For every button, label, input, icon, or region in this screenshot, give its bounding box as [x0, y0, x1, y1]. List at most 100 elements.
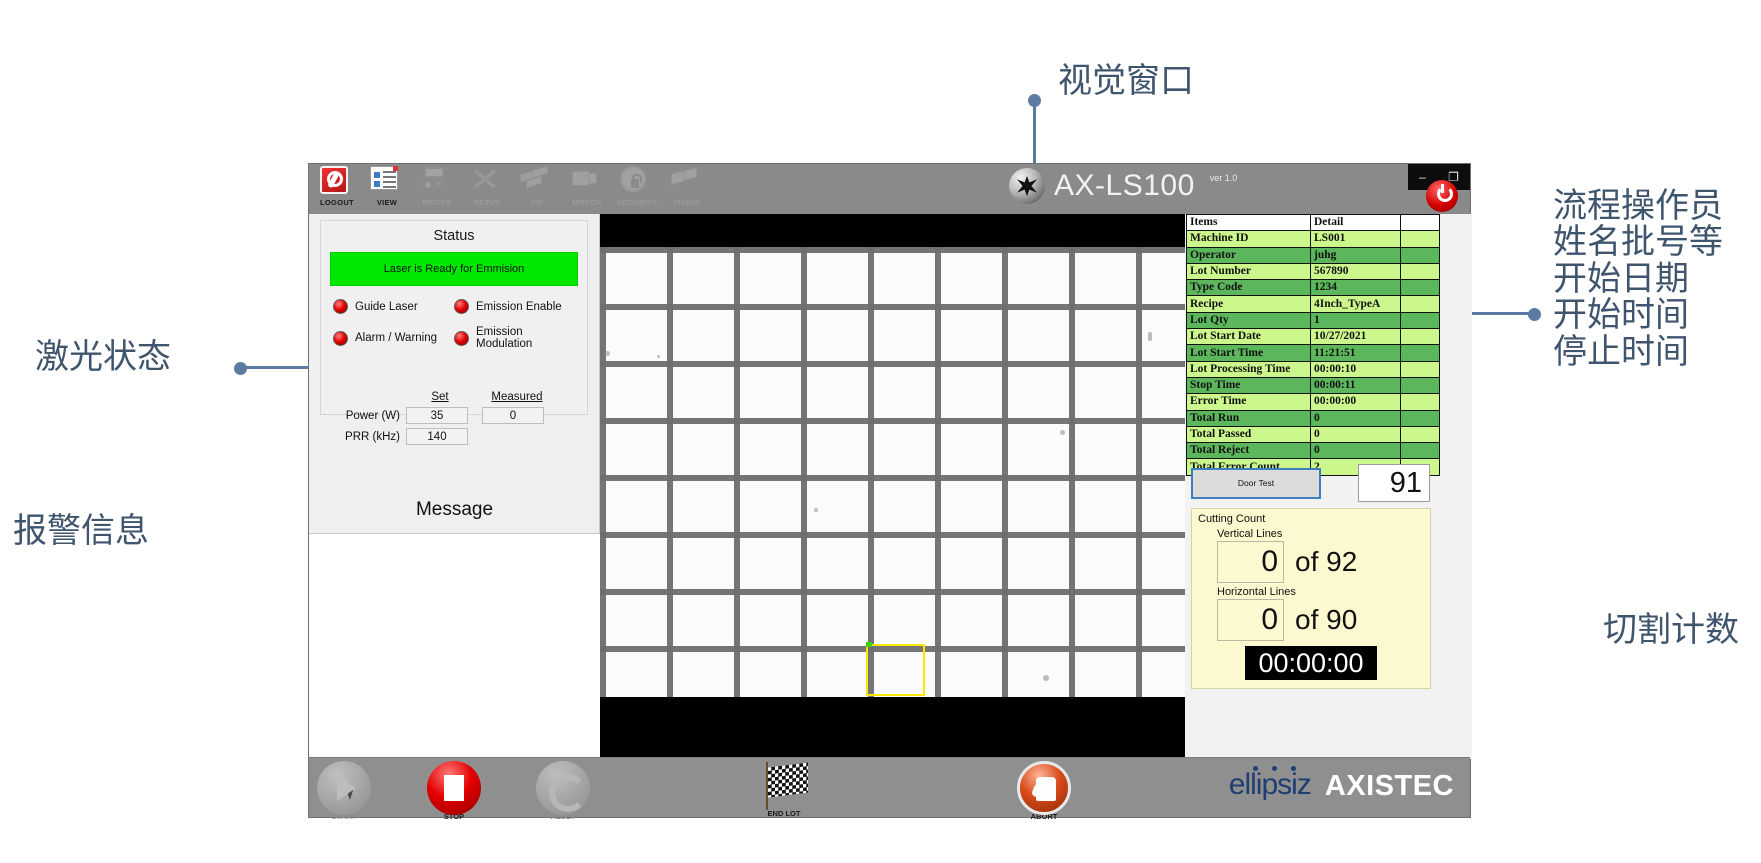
- lot-info-table: Items Detail Machine ID LS001 Operator juh…: [1186, 213, 1440, 476]
- toolbar-item-recipe[interactable]: RECIPE: [413, 166, 461, 214]
- stop-button[interactable]: STOP: [409, 760, 499, 821]
- cutting-count-box: Cutting Count Vertical Lines 0 of 92 Hor…: [1191, 508, 1431, 689]
- value-power-measured: 0: [482, 407, 544, 424]
- vertical-lines-total: of 92: [1295, 546, 1358, 577]
- reset-button[interactable]: RESET: [518, 760, 608, 821]
- vendor-logos: ellipsiz Forward solutions AXISTEC: [1229, 766, 1454, 804]
- cell-detail: 00:00:11: [1310, 376, 1401, 395]
- horizontal-lines-value: 0: [1217, 599, 1284, 641]
- app-branding: AX-LS100 ver 1.0: [1009, 168, 1237, 204]
- table-header-items: Items: [1186, 213, 1311, 232]
- toolbar-item-vision[interactable]: VISION: [663, 166, 711, 214]
- toolbar-item-logout[interactable]: LOGOUT: [313, 166, 361, 214]
- toolbar-label-motor: MOTOR: [572, 198, 602, 207]
- indicator-lamp-icon: [333, 330, 348, 346]
- toolbar-label-io: I/O: [531, 198, 543, 207]
- start-button[interactable]: START: [299, 760, 389, 821]
- cell-detail: 1234: [1310, 279, 1401, 297]
- cutting-control-panel: Door Test 91 Cutting Count Vertical Line…: [1191, 464, 1466, 689]
- table-row: Recipe 4Inch_TypeA: [1186, 295, 1440, 313]
- image-speck: [657, 355, 660, 358]
- cell-item: Total Reject: [1186, 442, 1311, 460]
- cell-item: Machine ID: [1186, 230, 1311, 248]
- status-box: Status Laser is Ready for Emmision Guide…: [320, 220, 588, 445]
- lamp-emission-modulation: Emission Modulation: [454, 326, 575, 350]
- horizontal-lines-label: Horizontal Lines: [1217, 586, 1296, 598]
- measurement-headers: Set Measured: [332, 391, 600, 403]
- stop-square-icon: [427, 761, 481, 815]
- cell-item: Total Run: [1186, 409, 1311, 427]
- cell-detail: 0: [1310, 425, 1401, 444]
- abort-button[interactable]: ABORT: [999, 760, 1089, 821]
- toolbar-item-view[interactable]: VIEW: [363, 166, 411, 214]
- cell-item: Lot Start Time: [1186, 344, 1311, 362]
- play-icon: [317, 761, 371, 815]
- cell-extra: [1400, 360, 1440, 378]
- annotation-vision-window: 视觉窗口: [1058, 61, 1194, 101]
- toolbar-label-view: VIEW: [376, 198, 398, 207]
- cell-extra: [1400, 328, 1440, 346]
- input-prr-set[interactable]: 140: [406, 428, 468, 445]
- table-row: Total Reject 0: [1186, 442, 1440, 460]
- lot-info-table-body: Items Detail Machine ID LS001 Operator juh…: [1186, 213, 1440, 476]
- lamp-label-emission-enable: Emission Enable: [476, 300, 562, 313]
- stop-hand-icon: [1017, 761, 1071, 815]
- toolbar-label-vision: VISION: [673, 198, 701, 207]
- label-prr: PRR (kHz): [345, 430, 400, 443]
- toolbar-item-motor[interactable]: MOTOR: [563, 166, 611, 214]
- toolbar-label-security: SECURITY: [616, 198, 658, 207]
- row-power: Power (W) 35 0: [332, 407, 600, 424]
- toolbar-item-setup[interactable]: SETUP: [463, 166, 511, 214]
- annotation-laser-status: 激光状态: [35, 337, 171, 377]
- cell-extra: [1400, 442, 1440, 460]
- camera-icon: [670, 166, 704, 197]
- table-row: Total Passed 0: [1186, 425, 1440, 444]
- cell-item: Operator: [1186, 246, 1311, 264]
- toolbar-label-logout: LOGOUT: [320, 198, 354, 207]
- toolbar-item-security[interactable]: SECURITY: [613, 166, 661, 214]
- cell-item: Lot Number: [1186, 262, 1311, 281]
- lamp-grid: Guide Laser Emission Enable Alarm / Warn…: [321, 299, 587, 350]
- vision-camera-image: [600, 247, 1185, 697]
- ellipsiz-logo: ellipsiz Forward solutions: [1229, 766, 1312, 804]
- tools-icon: [470, 166, 504, 197]
- app-title: AX-LS100: [1054, 169, 1195, 202]
- toolbar-item-io[interactable]: I/O: [513, 165, 561, 214]
- table-row: Operator juhg: [1186, 246, 1440, 264]
- label-power: Power (W): [345, 409, 400, 422]
- image-speck: [1148, 332, 1152, 341]
- header-measured: Measured: [491, 391, 543, 403]
- annotation-lot-info: 流程操作员 姓名批号等 开始日期 开始时间 停止时间: [1553, 186, 1723, 372]
- cell-detail: 1: [1310, 311, 1401, 330]
- vertical-lines-value: 0: [1217, 541, 1284, 583]
- io-board-icon: [520, 165, 554, 197]
- cell-detail: 00:00:00: [1310, 393, 1401, 411]
- lamp-row: Guide Laser Emission Enable: [333, 299, 575, 314]
- row-prr: PRR (kHz) 140: [332, 428, 600, 445]
- elapsed-timer-display: 00:00:00: [1245, 646, 1377, 680]
- mouse-cursor-icon: [346, 787, 358, 800]
- cell-detail: 567890: [1310, 262, 1401, 281]
- bottom-action-bar: START STOP RESET END LOT ABORT ellipsiz …: [309, 757, 1470, 821]
- door-test-button[interactable]: Door Test: [1191, 467, 1321, 499]
- ellipsiz-dots-icon: [1252, 766, 1296, 771]
- lamp-label-guide-laser: Guide Laser: [355, 300, 418, 313]
- cell-item: Type Code: [1186, 279, 1311, 297]
- lamp-alarm-warning: Alarm / Warning: [333, 326, 454, 350]
- cell-detail: 11:21:51: [1310, 344, 1401, 362]
- lamp-label-emission-modulation: Emission Modulation: [476, 326, 533, 350]
- end-lot-button[interactable]: END LOT: [739, 760, 829, 818]
- indicator-lamp-icon: [454, 330, 469, 346]
- vertical-lines-row: 0 of 92: [1217, 541, 1430, 583]
- left-status-panel: Status Laser is Ready for Emmision Guide…: [309, 214, 600, 759]
- vision-window[interactable]: [600, 214, 1185, 759]
- table-row: Lot Number 567890: [1186, 262, 1440, 281]
- image-speck: [605, 351, 610, 356]
- table-row: Lot Start Date 10/27/2021: [1186, 328, 1440, 346]
- cell-extra: [1400, 311, 1440, 330]
- input-power-set[interactable]: 35: [406, 407, 468, 424]
- lamp-emission-enable: Emission Enable: [454, 299, 575, 314]
- region-of-interest-box[interactable]: [866, 642, 925, 696]
- app-version: ver 1.0: [1209, 173, 1238, 183]
- annotation-cutting-count: 切割计数: [1603, 610, 1739, 650]
